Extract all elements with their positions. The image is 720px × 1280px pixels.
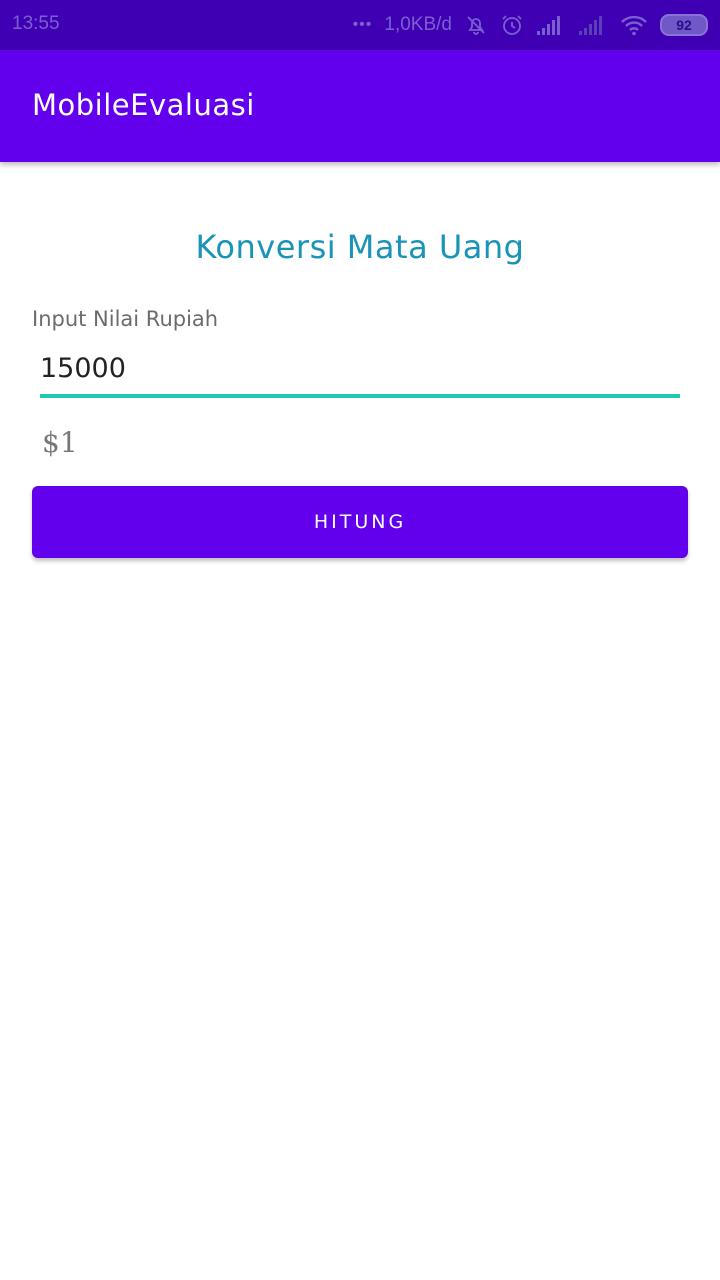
bell-off-icon xyxy=(464,13,488,37)
status-time: 13:55 xyxy=(12,13,60,34)
page-heading: Konversi Mata Uang xyxy=(195,228,525,266)
alarm-icon xyxy=(500,13,524,37)
hitung-button[interactable]: HITUNG xyxy=(32,486,688,558)
status-bar: 13:55 ••• 1,0KB/d 92 xyxy=(0,0,720,50)
signal-weak-icon xyxy=(578,14,608,36)
signal-icon xyxy=(536,14,566,36)
status-icons: ••• 1,0KB/d 92 xyxy=(353,10,708,40)
more-dots-icon: ••• xyxy=(352,16,373,33)
result-text: $1 xyxy=(42,426,78,459)
app-title: MobileEvaluasi xyxy=(32,88,255,122)
battery-icon: 92 xyxy=(660,14,708,36)
input-label: Input Nilai Rupiah xyxy=(32,307,219,331)
wifi-icon xyxy=(620,14,648,36)
app-bar: MobileEvaluasi xyxy=(0,50,720,162)
rupiah-input[interactable] xyxy=(40,350,680,398)
network-speed: 1,0KB/d xyxy=(384,14,452,35)
